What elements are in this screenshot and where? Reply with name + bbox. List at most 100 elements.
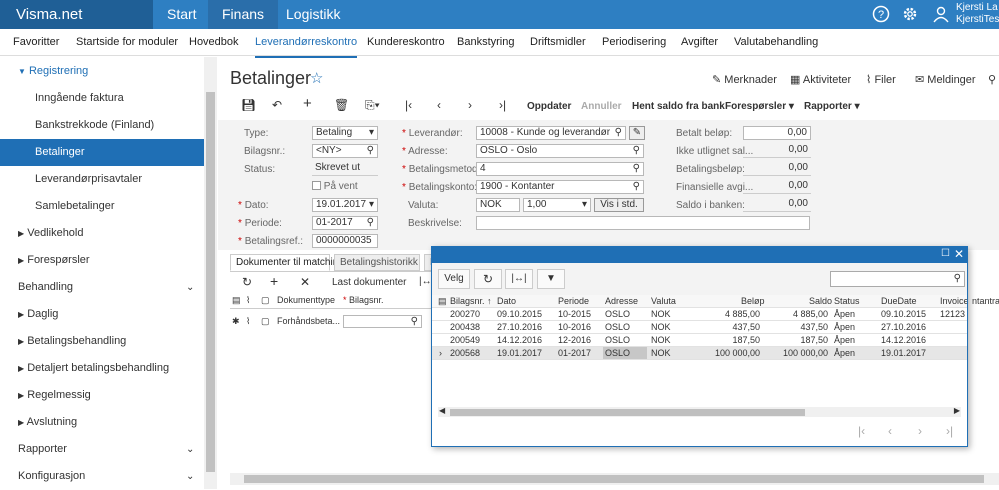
dialog-row[interactable]: 200270 09.10.2015 10-2015 OSLO NOK 4 885…: [432, 308, 967, 321]
dato-input[interactable]: 19.01.2017 ▾: [312, 198, 378, 212]
sidebar-item-betalinger[interactable]: Betalinger: [0, 139, 204, 166]
add-icon[interactable]: +: [303, 95, 312, 112]
dialog-row[interactable]: 200549 14.12.2016 12-2016 OSLO NOK 187,5…: [432, 334, 967, 347]
cell-adresse[interactable]: OSLO: [603, 347, 647, 359]
gear-icon[interactable]: [900, 4, 920, 24]
search-icon[interactable]: ⚲: [633, 163, 640, 175]
search-icon[interactable]: ⚲: [367, 145, 374, 157]
vis-i-std-button[interactable]: Vis i std.: [594, 198, 644, 212]
first-page-icon[interactable]: |‹: [858, 424, 865, 438]
close-icon[interactable]: ✕: [954, 247, 964, 261]
last-page-icon[interactable]: ›|: [946, 424, 953, 438]
col-periode[interactable]: Periode: [558, 296, 589, 306]
refresh-icon[interactable]: ↻: [474, 269, 502, 289]
add-row-icon[interactable]: +: [270, 273, 278, 289]
sidebar-group-betalingsbehandling[interactable]: ▶ Betalingsbehandling: [0, 328, 204, 355]
sidebar-scrollbar-thumb[interactable]: [206, 92, 215, 472]
scroll-left-icon[interactable]: ◀: [439, 406, 445, 415]
col-invoice[interactable]: Invoice: [940, 296, 967, 306]
betmetode-input[interactable]: 4 ⚲: [476, 162, 644, 176]
filter-icon[interactable]: ▼: [537, 269, 565, 289]
sidebar-group-detaljert-betalingsbehandling[interactable]: ▶ Detaljert betalingsbehandling: [0, 355, 204, 382]
col-adresse[interactable]: Adresse: [605, 296, 638, 306]
nav-logistikk[interactable]: Logistikk: [272, 0, 354, 29]
link-aktiviteter[interactable]: ▦ Aktiviteter: [790, 73, 851, 86]
search-icon[interactable]: ⚲: [633, 181, 640, 193]
documents-grid-row[interactable]: ✱ ⌇ ▢ Forhåndsbeta... ⚲: [230, 315, 430, 329]
help-icon[interactable]: ?: [871, 4, 891, 24]
col-saldo[interactable]: Saldo: [809, 296, 832, 306]
dialog-row-selected[interactable]: › 200568 19.01.2017 01-2017 OSLO NOK 100…: [432, 347, 967, 360]
col-status[interactable]: Status: [834, 296, 860, 306]
subnav-startside[interactable]: Startside for moduler: [76, 29, 178, 56]
grid-settings-icon[interactable]: ▤: [438, 296, 447, 307]
subnav-hovedbok[interactable]: Hovedbok: [189, 29, 239, 56]
link-filer[interactable]: ⌇ Filer: [866, 73, 896, 86]
subnav-avgifter[interactable]: Avgifter: [681, 29, 718, 56]
search-icon[interactable]: ⚲: [615, 127, 622, 139]
search-icon[interactable]: ⚲: [633, 145, 640, 157]
subnav-bankstyring[interactable]: Bankstyring: [457, 29, 514, 56]
foresporsler-menu[interactable]: Forespørsler ▾: [725, 101, 794, 112]
dialog-row[interactable]: 200438 27.10.2016 10-2016 OSLO NOK 437,5…: [432, 321, 967, 334]
checkbox-icon[interactable]: [312, 181, 321, 190]
sidebar-group-daglig[interactable]: ▶ Daglig: [0, 301, 204, 328]
sidebar-item-bankstrekkode[interactable]: Bankstrekkode (Finland): [0, 112, 204, 139]
hent-saldo-button[interactable]: Hent saldo fra bank: [632, 101, 725, 112]
velg-button[interactable]: Velg: [438, 269, 470, 289]
previous-page-icon[interactable]: ‹: [888, 424, 892, 438]
sidebar-item-leverandorprisavtaler[interactable]: Leverandørprisavtaler: [0, 166, 204, 193]
grid-settings-icon[interactable]: ▤: [232, 295, 241, 306]
fit-columns-icon[interactable]: |↔: [419, 276, 432, 287]
subnav-valutabehandling[interactable]: Valutabehandling: [734, 29, 818, 56]
pa-vent-checkbox[interactable]: På vent: [312, 181, 358, 192]
oppdater-button[interactable]: Oppdater: [527, 101, 571, 112]
search-icon[interactable]: ⚲: [954, 273, 961, 284]
col-belop[interactable]: Beløp: [741, 296, 765, 306]
row-doktype[interactable]: Forhåndsbeta...: [277, 316, 340, 326]
link-meldinger[interactable]: ✉ Meldinger: [915, 73, 976, 86]
betref-input[interactable]: 0000000035: [312, 234, 378, 248]
sidebar-group-foresporsler[interactable]: ▶ Forespørsler: [0, 247, 204, 274]
refresh-icon[interactable]: ↻: [242, 275, 252, 289]
col-ntantra[interactable]: ntantra: [972, 296, 999, 306]
undo-icon[interactable]: ↶: [272, 98, 282, 112]
row-bilagsnr-input[interactable]: ⚲: [343, 315, 422, 328]
beskrivelse-input[interactable]: [476, 216, 810, 230]
last-record-icon[interactable]: ›|: [499, 98, 506, 112]
sidebar-item-inngaende-faktura[interactable]: Inngående faktura: [0, 85, 204, 112]
tab-dokumenter-til-matching[interactable]: Dokumenter til matching: [230, 254, 344, 271]
user-icon[interactable]: [931, 4, 951, 24]
first-record-icon[interactable]: |‹: [405, 98, 412, 112]
subnav-periodisering[interactable]: Periodisering: [602, 29, 666, 56]
scroll-right-icon[interactable]: ▶: [954, 406, 960, 415]
last-dokumenter-button[interactable]: Last dokumenter: [332, 277, 407, 288]
subnav-driftsmidler[interactable]: Driftsmidler: [530, 29, 586, 56]
rapporter-menu[interactable]: Rapporter ▾: [804, 101, 860, 112]
previous-record-icon[interactable]: ‹: [437, 98, 441, 112]
adresse-input[interactable]: OSLO - Oslo ⚲: [476, 144, 644, 158]
next-record-icon[interactable]: ›: [468, 98, 472, 112]
annuller-button[interactable]: Annuller: [581, 101, 622, 112]
sidebar-section-rapporter[interactable]: Rapporter ⌄: [0, 436, 204, 463]
col-valuta[interactable]: Valuta: [651, 296, 676, 306]
save-icon[interactable]: 💾︎: [241, 98, 256, 112]
maximize-icon[interactable]: ☐: [941, 248, 950, 259]
betkonto-input[interactable]: 1900 - Kontanter ⚲: [476, 180, 644, 194]
col-duedate[interactable]: DueDate: [881, 296, 917, 306]
sidebar-section-konfigurasjon[interactable]: Konfigurasjon ⌄: [0, 463, 204, 490]
sidebar-section-behandling[interactable]: Behandling ⌄: [0, 274, 204, 301]
link-merknader[interactable]: ✎ Merknader: [712, 73, 777, 86]
subnav-leverandorreskontro[interactable]: Leverandørreskontro: [255, 29, 358, 58]
type-select[interactable]: Betaling ▾: [312, 126, 378, 140]
more-links-icon[interactable]: ⚲: [988, 73, 996, 86]
sidebar-group-avslutning[interactable]: ▶ Avslutning: [0, 409, 204, 436]
col-bilagsnr[interactable]: Bilagsnr. ↑: [450, 296, 492, 306]
betalt-belop-input[interactable]: 0,00: [743, 126, 811, 140]
user-info[interactable]: Kjersti La KjerstiTest: [956, 2, 999, 26]
bilagsnr-input[interactable]: <NY> ⚲: [312, 144, 378, 158]
copy-paste-icon[interactable]: ⎘▾: [365, 98, 380, 113]
leverandor-input[interactable]: 10008 - Kunde og leverandør ⚲: [476, 126, 626, 140]
search-icon[interactable]: ⚲: [411, 316, 418, 327]
sidebar-group-registrering[interactable]: ▼ Registrering: [0, 58, 204, 85]
